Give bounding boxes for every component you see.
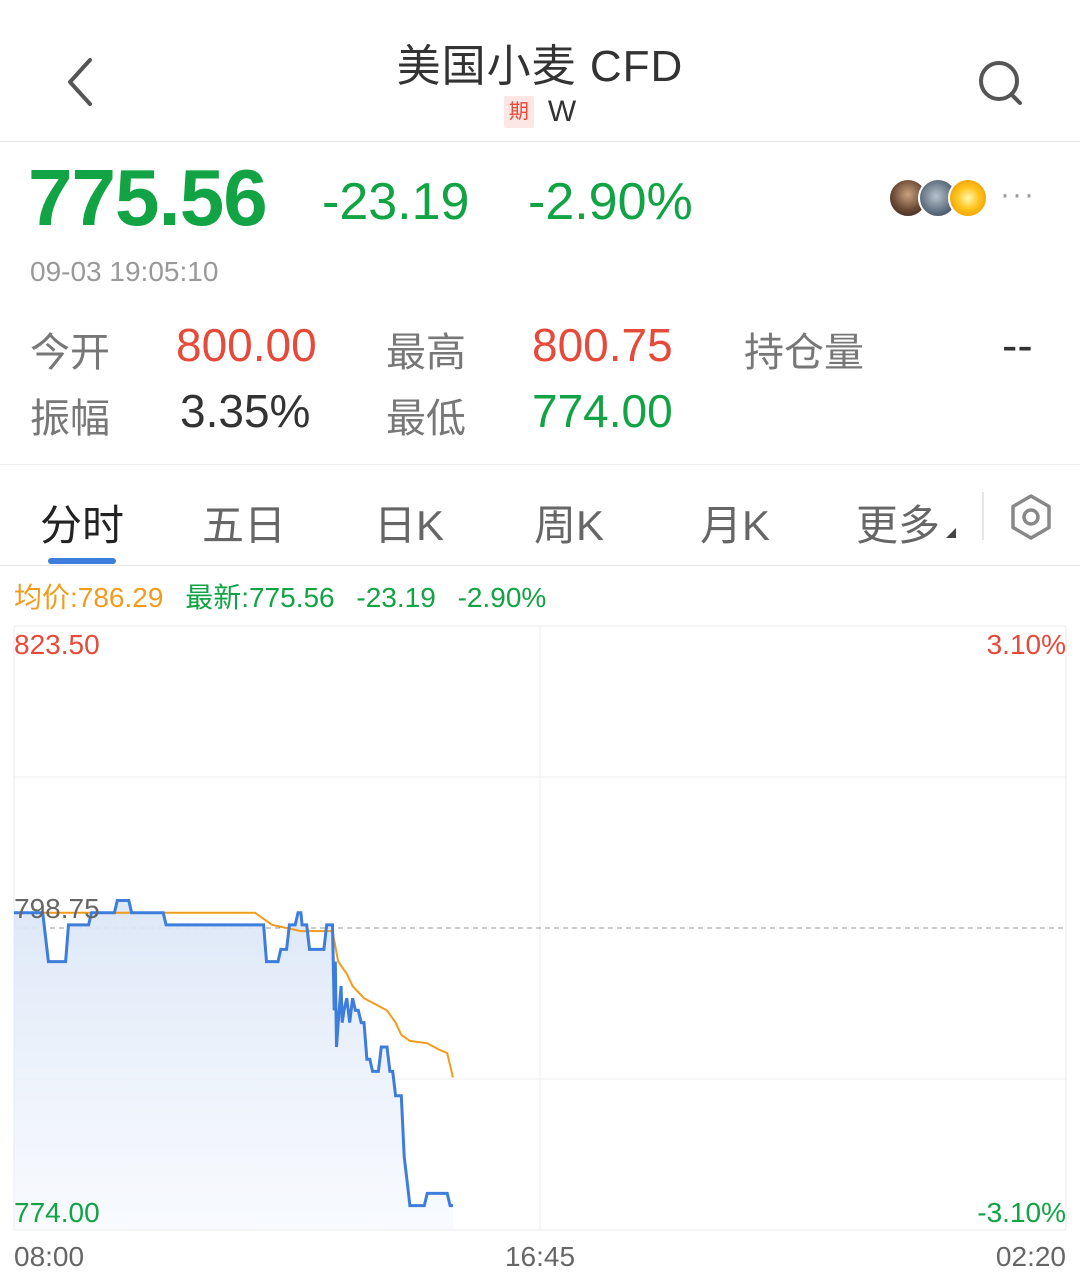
- price-change-percent: -2.90%: [528, 173, 693, 231]
- latest-price: 最新:775.56: [185, 582, 335, 613]
- futures-badge: 期: [503, 96, 534, 129]
- open-interest-value: --: [1002, 319, 1033, 371]
- x-start-label: 08:00: [14, 1241, 84, 1272]
- amplitude-label: 振幅: [30, 397, 110, 441]
- price-change: -23.19: [322, 173, 470, 231]
- tab-monthly-k[interactable]: 月K: [700, 492, 770, 553]
- more-options-icon[interactable]: ···: [1000, 178, 1036, 212]
- app-header: 美国小麦 CFD 期W: [0, 0, 1080, 142]
- average-price: 均价:786.29: [14, 582, 164, 613]
- search-button[interactable]: [972, 56, 1028, 112]
- open-interest-label: 持仓量: [744, 331, 864, 375]
- y-max-label: 823.50: [14, 629, 100, 660]
- chart-period-tabs: 分时 五日 日K 周K 月K 更多: [0, 466, 1080, 566]
- instrument-subtitle: 期W: [0, 94, 1080, 129]
- y-reference-label: 798.75: [14, 893, 100, 924]
- follower-avatars[interactable]: [888, 178, 998, 220]
- tab-weekly-k[interactable]: 周K: [534, 492, 604, 553]
- latest-change: -23.19: [356, 582, 436, 613]
- page-title: 美国小麦 CFD: [396, 42, 684, 91]
- quote-timestamp: 09-03 19:05:10: [30, 256, 219, 287]
- tab-more[interactable]: 更多: [856, 492, 940, 553]
- instrument-symbol: W: [547, 95, 577, 129]
- low-value: 774.00: [532, 385, 673, 437]
- tab-intraday[interactable]: 分时: [40, 492, 124, 553]
- price-area: [14, 900, 453, 1230]
- gear-icon: [1011, 494, 1051, 540]
- pct-max-label: 3.10%: [987, 629, 1066, 660]
- quote-panel: 775.56 -23.19 -2.90% ··· 09-03 19:05:10 …: [0, 142, 1080, 464]
- open-value: 800.00: [176, 319, 317, 371]
- open-label: 今开: [30, 331, 110, 375]
- y-min-label: 774.00: [14, 1197, 100, 1228]
- chart-summary: 均价:786.29 最新:775.56 -23.19 -2.90%: [14, 576, 560, 616]
- x-end-label: 02:20: [996, 1241, 1066, 1272]
- divider: [982, 492, 984, 540]
- avatar: [948, 178, 988, 218]
- search-icon: [979, 61, 1022, 105]
- high-label: 最高: [386, 331, 466, 375]
- low-label: 最低: [386, 397, 466, 441]
- pct-min-label: -3.10%: [977, 1197, 1066, 1228]
- tab-daily-k[interactable]: 日K: [374, 492, 444, 553]
- caret-down-icon: [946, 528, 956, 538]
- intraday-chart-svg: 823.50 798.75 774.00 3.10% -3.10% 08:00 …: [13, 625, 1067, 1272]
- divider: [0, 464, 1080, 465]
- amplitude-value: 3.35%: [180, 385, 311, 437]
- latest-change-percent: -2.90%: [457, 582, 547, 613]
- x-mid-label: 16:45: [505, 1241, 575, 1272]
- tab-five-day[interactable]: 五日: [202, 492, 286, 553]
- chart-settings-button[interactable]: [1006, 492, 1056, 542]
- intraday-chart[interactable]: 823.50 798.75 774.00 3.10% -3.10% 08:00 …: [0, 620, 1080, 1278]
- last-price: 775.56: [28, 153, 268, 242]
- high-value: 800.75: [532, 319, 673, 371]
- active-tab-indicator: [48, 558, 116, 564]
